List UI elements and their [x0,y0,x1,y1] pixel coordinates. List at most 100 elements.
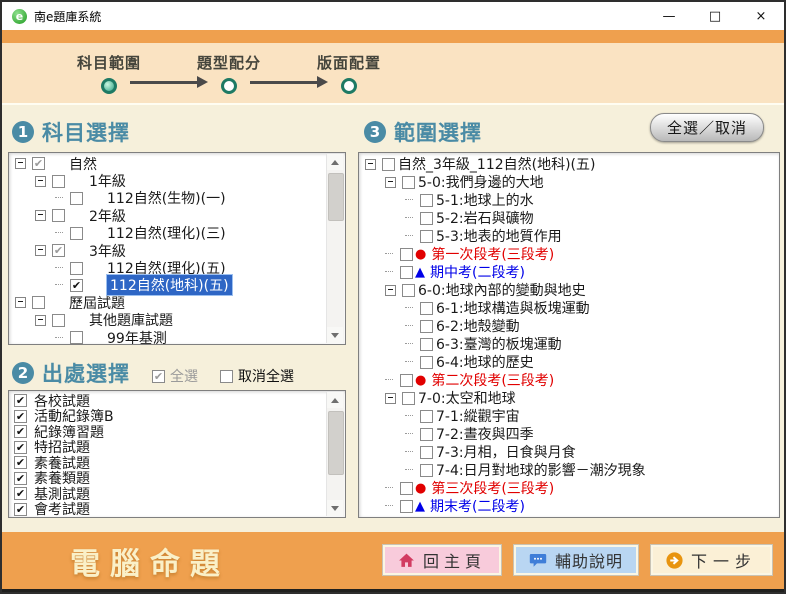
checkbox-icon[interactable] [220,370,233,383]
expander-minus-icon[interactable] [385,393,396,404]
tree-checkbox[interactable] [420,428,433,441]
tree-item[interactable]: 3年級 [12,242,327,259]
toggle-all-button[interactable]: 全選／取消 [650,113,764,142]
scroll-thumb[interactable] [328,411,344,475]
tree-item[interactable]: ●第三次段考(三段考) [362,479,776,497]
tree-checkbox[interactable] [420,230,433,243]
scroll-up-button[interactable] [327,154,343,170]
tree-checkbox[interactable] [402,176,415,189]
tree-item[interactable]: 5-0:我們身邊的大地 [362,173,776,191]
deselect-all-checkbox[interactable]: 取消全選 [220,366,294,386]
scroll-up-button[interactable] [327,392,343,408]
tree-item[interactable]: 112自然(生物)(一) [12,190,327,207]
source-checkbox[interactable] [14,394,27,407]
tree-item[interactable]: ▲期中考(二段考) [362,263,776,281]
tree-checkbox[interactable] [402,392,415,405]
tree-item[interactable]: 112自然(理化)(五) [12,259,327,276]
checkbox-icon[interactable] [152,370,165,383]
source-item[interactable]: 會考試題 [12,502,327,518]
tree-item[interactable]: ●第二次段考(三段考) [362,371,776,389]
tree-item[interactable]: 7-1:縱觀宇宙 [362,407,776,425]
source-checkbox[interactable] [14,487,27,500]
expander-minus-icon[interactable] [15,158,26,169]
tree-checkbox[interactable] [32,157,45,170]
tree-checkbox[interactable] [420,464,433,477]
expander-minus-icon[interactable] [35,315,46,326]
maximize-button[interactable]: □ [692,2,738,30]
tree-item[interactable]: 5-1:地球上的水 [362,191,776,209]
source-checkbox[interactable] [14,441,27,454]
tree-item[interactable]: 5-3:地表的地質作用 [362,227,776,245]
tree-checkbox[interactable] [52,314,65,327]
source-checkbox[interactable] [14,425,27,438]
scroll-down-button[interactable] [327,500,343,516]
home-button[interactable]: 回主頁 [383,545,501,575]
tree-item[interactable]: 自然 [12,155,327,172]
tree-item[interactable]: 7-3:月相，日食與月食 [362,443,776,461]
tree-item[interactable]: 112自然(地科)(五) [12,277,327,294]
select-all-checkbox[interactable]: 全選 [152,366,198,386]
tree-checkbox[interactable] [70,262,83,275]
tree-item[interactable]: 6-2:地殼變動 [362,317,776,335]
source-checkbox[interactable] [14,410,27,423]
tree-item[interactable]: 7-4:日月對地球的影響－潮汐現象 [362,461,776,479]
expander-minus-icon[interactable] [385,285,396,296]
tree-checkbox[interactable] [52,209,65,222]
tree-checkbox[interactable] [420,356,433,369]
tree-item[interactable]: 7-2:晝夜與四季 [362,425,776,443]
tree-checkbox[interactable] [420,446,433,459]
expander-minus-icon[interactable] [15,297,26,308]
tree-item[interactable]: 自然_3年級_112自然(地科)(五) [362,155,776,173]
expander-minus-icon[interactable] [365,159,376,170]
tree-item[interactable]: 99年基測 [12,329,327,345]
tree-item[interactable]: 6-4:地球的歷史 [362,353,776,371]
expander-minus-icon[interactable] [35,176,46,187]
tree-checkbox[interactable] [400,500,413,513]
tree-item[interactable]: 其他題庫試題 [12,312,327,329]
scroll-thumb[interactable] [328,173,344,221]
tree-checkbox[interactable] [52,175,65,188]
tree-checkbox[interactable] [420,212,433,225]
close-button[interactable]: × [738,2,784,30]
tree-checkbox[interactable] [70,227,83,240]
tree-checkbox[interactable] [420,338,433,351]
tree-checkbox[interactable] [420,410,433,423]
tree-item[interactable]: ●第一次段考(三段考) [362,245,776,263]
source-checkbox[interactable] [14,456,27,469]
tree-checkbox[interactable] [70,279,83,292]
tree-checkbox[interactable] [420,194,433,207]
tree-checkbox[interactable] [402,284,415,297]
tree-checkbox[interactable] [400,266,413,279]
tree-checkbox[interactable] [400,482,413,495]
scroll-down-button[interactable] [327,327,343,343]
tree-item[interactable]: 5-2:岩石與礦物 [362,209,776,227]
tree-checkbox[interactable] [382,158,395,171]
tree-item[interactable]: 1年級 [12,172,327,189]
expander-minus-icon[interactable] [385,177,396,188]
source-checkbox[interactable] [14,472,27,485]
tree-item[interactable]: 112自然(理化)(三) [12,225,327,242]
tree-checkbox[interactable] [400,248,413,261]
tree-checkbox[interactable] [420,320,433,333]
minimize-button[interactable]: — [646,2,692,30]
expander-minus-icon[interactable] [35,210,46,221]
tree-item[interactable]: 歷屆試題 [12,294,327,311]
tree-checkbox[interactable] [32,296,45,309]
scrollbar[interactable] [326,154,344,343]
scrollbar[interactable] [326,392,344,516]
expander-minus-icon[interactable] [35,245,46,256]
tree-item[interactable]: 6-0:地球內部的變動與地史 [362,281,776,299]
tree-item[interactable]: 2年級 [12,207,327,224]
source-checkbox[interactable] [14,503,27,516]
tree-item[interactable]: 6-3:臺灣的板塊運動 [362,335,776,353]
tree-item[interactable]: 6-1:地球構造與板塊運動 [362,299,776,317]
tree-item[interactable]: 7-0:太空和地球 [362,389,776,407]
tree-checkbox[interactable] [52,244,65,257]
tree-item[interactable]: ▲期末考(二段考) [362,497,776,515]
tree-checkbox[interactable] [70,192,83,205]
tree-checkbox[interactable] [420,302,433,315]
next-button[interactable]: 下一步 [651,545,772,575]
help-button[interactable]: 輔助說明 [514,545,638,575]
tree-checkbox[interactable] [400,374,413,387]
tree-checkbox[interactable] [70,331,83,344]
